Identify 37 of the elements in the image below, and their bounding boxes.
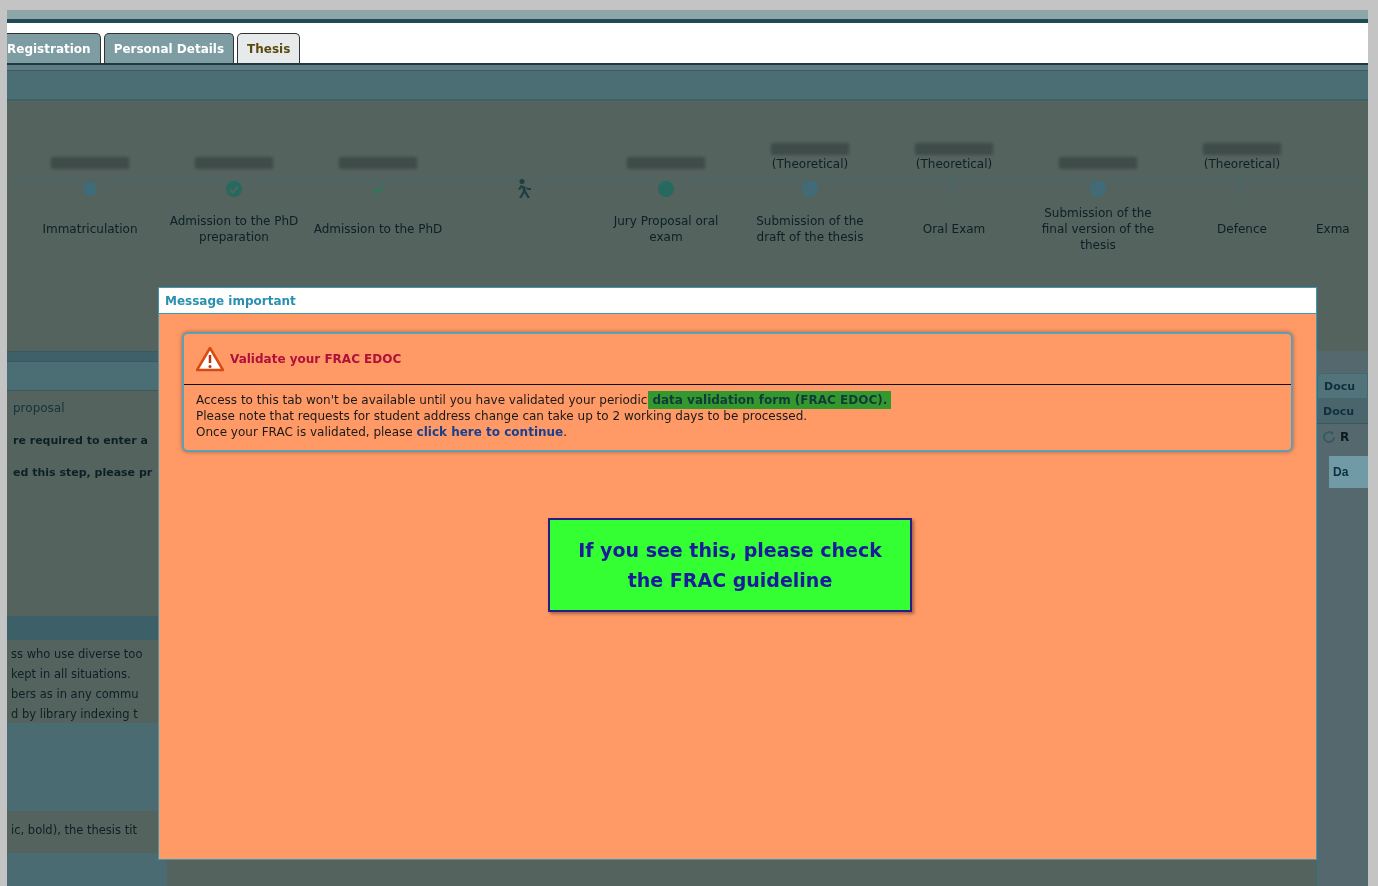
tab[interactable]: Docu: [1317, 399, 1368, 424]
step-label: Jury Proposal oral exam: [612, 213, 720, 245]
tab[interactable]: Docu: [1317, 373, 1368, 399]
step-label: Admission to the PhD preparation: [168, 213, 300, 245]
refresh-icon: [1323, 430, 1336, 444]
paragraph-line: bers as in any commu: [11, 686, 139, 703]
link[interactable]: proposal: [13, 401, 65, 415]
step-label: Oral Exam: [922, 221, 986, 237]
step-label: Submission of the draft of the thesis: [755, 213, 865, 245]
instruction-text: ed this step, please pr: [13, 466, 153, 479]
warning-icon: [196, 346, 224, 372]
step-dot-icon: [658, 181, 674, 197]
step-note: (Theoretical): [771, 157, 849, 171]
step-label: Immatriculation: [42, 221, 138, 237]
dialog-title: Message important: [165, 293, 296, 308]
message-text: Please note that requests for student address change can take up to 2 working days to be processed.: [196, 408, 809, 424]
paragraph-line: kept in all situations.: [11, 666, 131, 683]
alert-title: Validate your FRAC EDOC: [230, 352, 402, 366]
check-circle-icon: [226, 181, 242, 197]
paragraph-line: ss who use diverse too: [11, 646, 143, 663]
step-note: (Theoretical): [915, 157, 993, 171]
message-text: Once your FRAC is validated, please click here to continue.: [196, 424, 569, 440]
tab[interactable]: Thesis: [237, 33, 301, 63]
step-label: Exma: [1316, 221, 1350, 237]
step-label: Admission to the PhD: [313, 221, 443, 237]
step-label: Defence: [1217, 221, 1267, 237]
action-link[interactable]: R: [1340, 430, 1350, 444]
step-note: (Theoretical): [1203, 157, 1281, 171]
tab[interactable]: Registration: [7, 33, 101, 63]
paragraph-line: ic, bold), the thesis tit: [11, 823, 137, 837]
callout-note: If you see this, please check the FRAC guideline: [548, 518, 912, 612]
message-text: Access to this tab won't be available until you have validated your periodic data validation form (FRAC EDOC).: [196, 392, 1279, 408]
paragraph-line: d by library indexing t: [11, 706, 138, 723]
step-label: Submission of the final version of the thesis: [1040, 205, 1156, 253]
button[interactable]: Da: [1329, 456, 1368, 488]
instruction-text: re required to enter a: [13, 434, 148, 447]
tab[interactable]: Personal Details: [103, 33, 235, 63]
